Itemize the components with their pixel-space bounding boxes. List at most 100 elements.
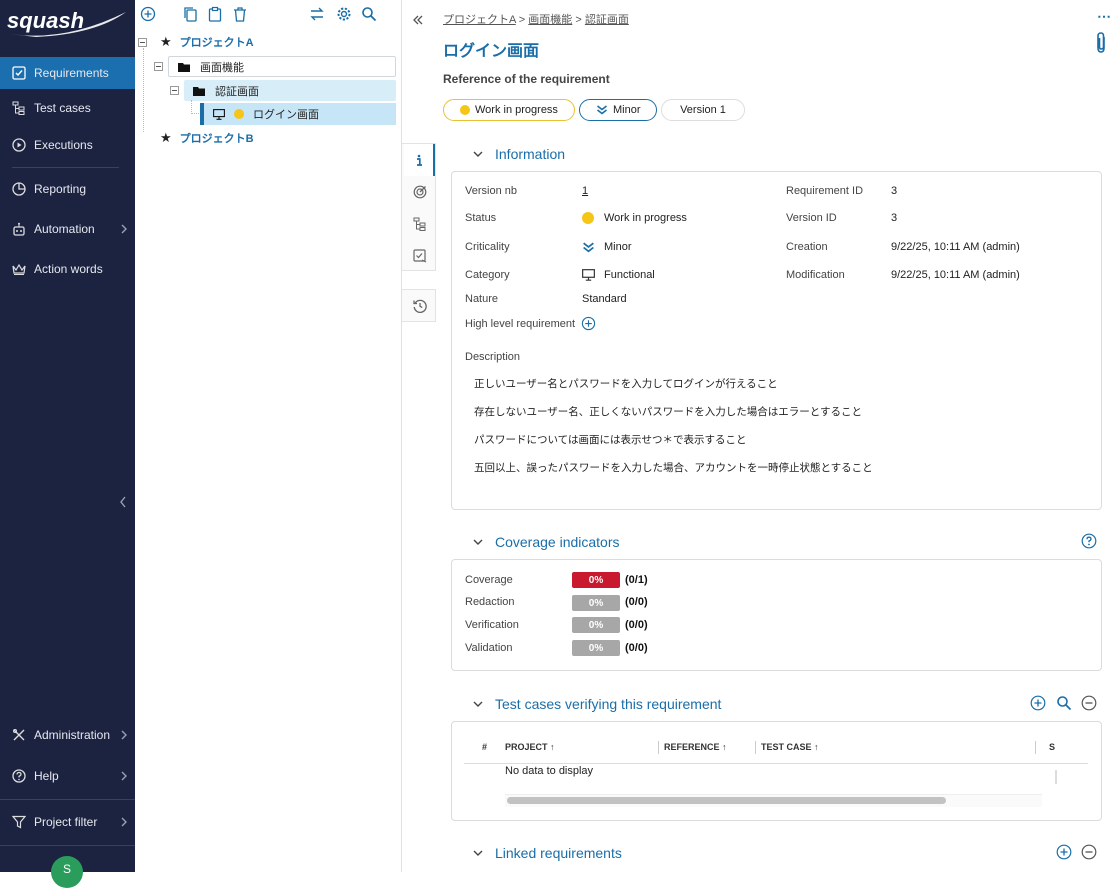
- tree-node-project-a[interactable]: ★ プロジェクトA: [160, 34, 254, 50]
- search-icon[interactable]: [361, 6, 377, 22]
- tab-history[interactable]: [404, 290, 435, 322]
- monitor-icon: [213, 108, 225, 120]
- description-line[interactable]: 存在しないユーザー名、正しくないパスワードを入力した場合はエラーとすること: [474, 404, 862, 419]
- collapse-toggle-icon[interactable]: [138, 38, 147, 47]
- copy-icon[interactable]: [182, 6, 198, 22]
- column-divider[interactable]: [658, 741, 659, 754]
- category-value[interactable]: Functional: [582, 269, 655, 281]
- collapse-tree-icon[interactable]: [413, 15, 423, 25]
- header-divider: [464, 763, 1088, 764]
- tab-test-cases[interactable]: [404, 208, 435, 240]
- folder-icon: [178, 62, 190, 72]
- squash-logo[interactable]: squash: [6, 4, 128, 40]
- nav-reporting[interactable]: Reporting: [0, 173, 135, 205]
- chevron-right-icon: [121, 730, 127, 740]
- column-header-text: TEST CASE: [761, 742, 812, 752]
- chevron-down-icon: [473, 539, 483, 545]
- nav-automation[interactable]: Automation: [0, 213, 135, 245]
- collapse-toggle-icon[interactable]: [154, 62, 163, 71]
- chevron-down-icon: [473, 151, 483, 157]
- description-line[interactable]: 五回以上、誤ったパスワードを入力した場合、アカウントを一時停止状態とすること: [474, 460, 873, 475]
- column-divider[interactable]: [755, 741, 756, 754]
- collapse-sidebar-icon[interactable]: [119, 496, 127, 508]
- status-value[interactable]: Work in progress: [582, 212, 687, 224]
- logo-text: squash: [7, 8, 84, 33]
- minor-chevrons-icon: [597, 105, 607, 115]
- column-header-test-case[interactable]: TEST CASE ↑: [761, 742, 819, 752]
- column-header-status[interactable]: S: [1049, 742, 1056, 752]
- user-avatar[interactable]: S: [51, 856, 83, 888]
- collapse-toggle-icon[interactable]: [170, 86, 179, 95]
- nav-test-cases[interactable]: Test cases: [0, 92, 135, 124]
- settings-gear-icon[interactable]: [336, 6, 352, 22]
- information-section-header[interactable]: Information: [473, 146, 565, 162]
- nav-requirements[interactable]: Requirements: [0, 57, 135, 89]
- tree-node-folder-screen[interactable]: 画面機能: [168, 56, 396, 77]
- breadcrumb-item[interactable]: 画面機能: [528, 14, 572, 26]
- help-icon[interactable]: [1081, 533, 1097, 549]
- column-header-index: #: [482, 742, 488, 752]
- tab-information[interactable]: [404, 144, 435, 176]
- nature-value[interactable]: Standard: [582, 293, 627, 305]
- test-cases-section-header[interactable]: Test cases verifying this requirement: [473, 696, 721, 712]
- section-title: Coverage indicators: [495, 534, 620, 550]
- tab-coverage[interactable]: [404, 176, 435, 208]
- nav-action-words[interactable]: Action words: [0, 253, 135, 285]
- criticality-pill[interactable]: Minor: [579, 99, 657, 121]
- nav-help[interactable]: Help: [0, 760, 135, 792]
- tree-node-folder-auth[interactable]: 認証画面: [184, 80, 396, 101]
- creation-label: Creation: [786, 241, 828, 253]
- breadcrumb-item[interactable]: プロジェクトA: [443, 14, 516, 26]
- tree-node-project-b[interactable]: ★ プロジェクトB: [160, 130, 254, 146]
- add-icon[interactable]: [140, 6, 156, 22]
- nav-administration[interactable]: Administration: [0, 719, 135, 751]
- description-line[interactable]: 正しいユーザー名とパスワードを入力してログインが行えること: [474, 376, 778, 391]
- chevron-down-icon: [473, 701, 483, 707]
- breadcrumb-separator: >: [518, 14, 526, 26]
- version-pill[interactable]: Version 1: [661, 99, 745, 121]
- filter-icon: [12, 815, 26, 829]
- verification-percent: 0%: [588, 619, 604, 631]
- linked-section-header[interactable]: Linked requirements: [473, 845, 622, 861]
- tree-node-label: 画面機能: [200, 61, 244, 74]
- redaction-fraction: (0/0): [625, 596, 648, 608]
- column-divider[interactable]: [1035, 741, 1036, 754]
- nav-executions[interactable]: Executions: [0, 129, 135, 161]
- requirement-id-label: Requirement ID: [786, 185, 864, 197]
- add-test-case-icon[interactable]: [1030, 695, 1046, 711]
- nav-label: Executions: [34, 138, 93, 152]
- status-pill[interactable]: Work in progress: [443, 99, 575, 121]
- more-options-icon[interactable]: ⋯: [1097, 8, 1111, 25]
- tree-node-login-screen[interactable]: ログイン画面: [200, 103, 396, 125]
- transfer-icon[interactable]: [309, 6, 325, 22]
- redaction-label: Redaction: [465, 596, 515, 608]
- breadcrumb-item[interactable]: 認証画面: [585, 14, 629, 26]
- empty-table-message: No data to display: [505, 765, 594, 777]
- breadcrumb: プロジェクトA > 画面機能 > 認証画面: [443, 11, 629, 27]
- paste-icon[interactable]: [207, 6, 223, 22]
- column-header-reference[interactable]: REFERENCE ↑: [664, 742, 727, 752]
- nav-label: Automation: [34, 222, 95, 236]
- add-high-level-icon[interactable]: [581, 316, 596, 331]
- version-nb-value[interactable]: 1: [582, 185, 588, 197]
- coverage-section-header[interactable]: Coverage indicators: [473, 534, 620, 550]
- coverage-label: Coverage: [465, 574, 513, 586]
- attachment-icon[interactable]: [1094, 31, 1108, 55]
- criticality-value[interactable]: Minor: [582, 241, 632, 253]
- horizontal-scrollbar-thumb[interactable]: [507, 797, 946, 804]
- validation-bar: 0%: [572, 640, 620, 656]
- add-linked-icon[interactable]: [1056, 844, 1072, 860]
- column-header-project[interactable]: PROJECT ↑: [505, 742, 555, 752]
- delete-icon[interactable]: [232, 6, 248, 22]
- version-id-label: Version ID: [786, 212, 837, 224]
- search-test-case-icon[interactable]: [1056, 695, 1072, 711]
- remove-test-case-icon[interactable]: [1081, 695, 1097, 711]
- nav-project-filter[interactable]: Project filter: [0, 806, 135, 838]
- tab-linked[interactable]: [404, 240, 435, 272]
- remove-linked-icon[interactable]: [1081, 844, 1097, 860]
- column-header-text: REFERENCE: [664, 742, 720, 752]
- nav-label: Action words: [34, 262, 103, 276]
- breadcrumb-separator: >: [575, 14, 582, 26]
- description-line[interactable]: パスワードについては画面には表示せつ＊で表示すること: [474, 432, 746, 447]
- category-label: Category: [465, 269, 510, 281]
